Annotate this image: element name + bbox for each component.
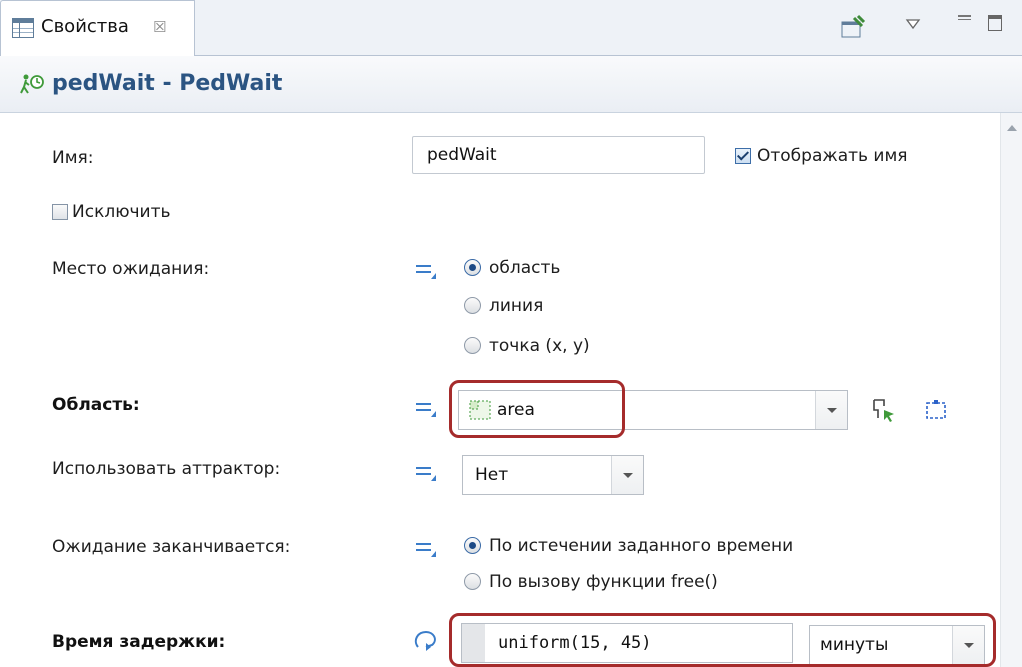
name-label: Имя:	[52, 148, 94, 168]
wait-place-radio-line[interactable]	[464, 297, 481, 314]
select-on-canvas-icon[interactable]	[870, 396, 898, 424]
wait-end-option-timeout: По истечении заданного времени	[489, 536, 794, 556]
tab-properties[interactable]: Свойства ☒	[0, 0, 195, 56]
attractor-select[interactable]: Нет	[462, 455, 644, 495]
static-value-icon[interactable]	[416, 541, 438, 557]
wait-place-option-area: область	[489, 258, 561, 278]
name-input[interactable]	[412, 136, 705, 174]
wait-place-option-point: точка (x, y)	[489, 336, 590, 356]
view-tab-bar: Свойства ☒	[0, 0, 1022, 56]
exclude-label: Исключить	[72, 202, 171, 222]
properties-table-icon	[12, 18, 34, 38]
wait-end-option-free: По вызову функции free()	[489, 572, 718, 592]
attractor-label: Использовать аттрактор:	[52, 459, 281, 479]
page-title: pedWait - PedWait	[52, 71, 283, 96]
tab-properties-label: Свойства	[41, 16, 129, 37]
wait-end-label: Ожидание заканчивается:	[52, 537, 291, 557]
wait-place-option-line: линия	[489, 296, 544, 316]
vertical-scrollbar[interactable]	[1000, 113, 1022, 667]
static-value-icon[interactable]	[416, 263, 438, 279]
delay-highlight-frame	[449, 613, 996, 667]
show-name-checkbox[interactable]	[735, 148, 751, 164]
properties-header: pedWait - PedWait	[0, 56, 1022, 113]
ped-wait-block-icon	[20, 74, 44, 94]
scroll-up-icon[interactable]	[1007, 125, 1017, 131]
delay-label: Время задержки:	[52, 632, 226, 652]
area-highlight-frame	[449, 380, 625, 438]
static-value-icon[interactable]	[416, 401, 438, 417]
properties-form: Имя: Отображать имя Исключить Место ожид…	[0, 113, 1000, 667]
exclude-checkbox[interactable]	[52, 204, 68, 220]
dynamic-value-icon[interactable]	[412, 627, 440, 655]
pin-icon[interactable]	[840, 14, 866, 40]
chevron-down-icon[interactable]	[815, 391, 847, 429]
chevron-down-icon[interactable]	[611, 456, 643, 494]
area-label: Область:	[52, 395, 140, 415]
wait-end-radio-free[interactable]	[464, 573, 481, 590]
wait-place-radio-point[interactable]	[464, 337, 481, 354]
wait-end-radio-timeout[interactable]	[464, 537, 481, 554]
attractor-select-value: Нет	[475, 465, 509, 485]
close-tab-icon[interactable]: ☒	[153, 15, 166, 39]
wait-place-radio-area[interactable]	[464, 259, 481, 276]
static-value-icon[interactable]	[416, 465, 438, 481]
view-menu-icon[interactable]	[905, 18, 921, 30]
minimize-icon[interactable]	[958, 15, 971, 20]
area-marquee-icon[interactable]	[925, 399, 947, 421]
wait-place-label: Место ожидания:	[52, 259, 210, 279]
show-name-label: Отображать имя	[757, 146, 908, 166]
maximize-icon[interactable]	[988, 15, 1002, 31]
